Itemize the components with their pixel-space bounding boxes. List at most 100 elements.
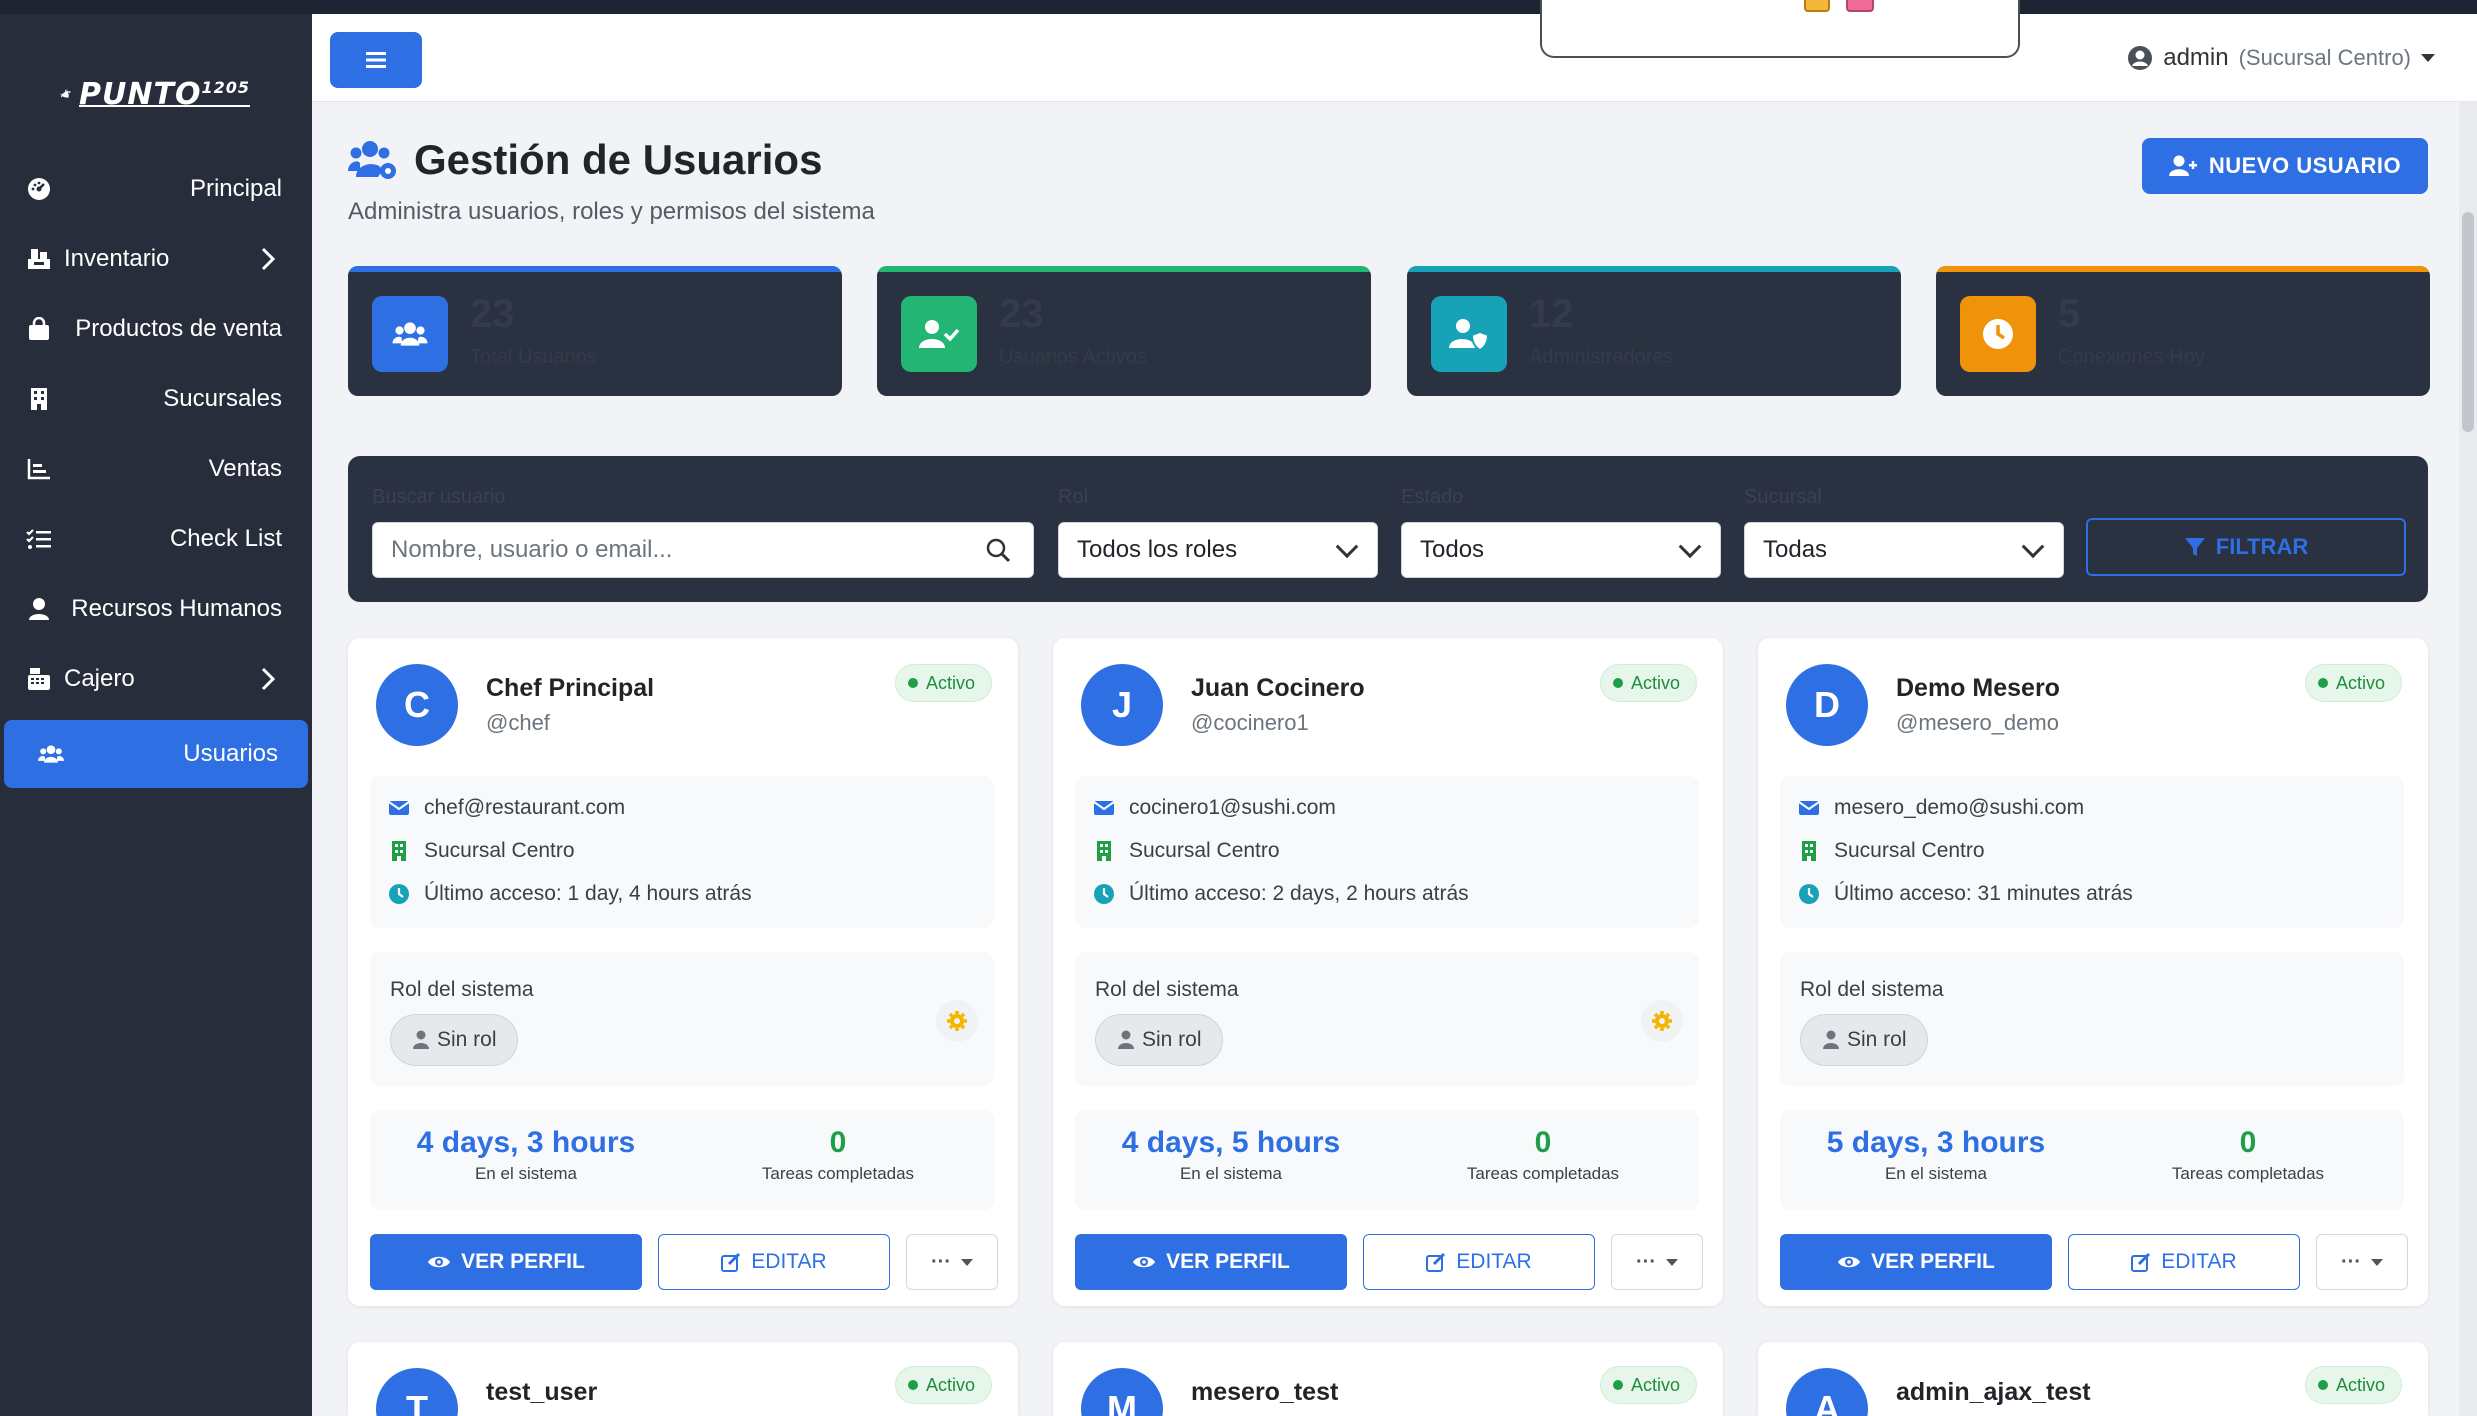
status-badge: Activo — [2304, 664, 2402, 702]
users-icon — [372, 296, 448, 372]
eye-icon — [428, 1256, 451, 1268]
chevron-right-icon — [261, 247, 276, 271]
view-profile-button[interactable]: VER PERFIL — [370, 1234, 642, 1290]
stat-label: Conexiones Hoy — [2058, 346, 2205, 368]
avatar: C — [376, 664, 458, 746]
sidebar-item-inventario[interactable]: Inventario — [0, 224, 312, 294]
more-options-button[interactable]: ··· — [2316, 1234, 2408, 1290]
user-stats-box: 4 days, 3 hours En el sistema 0 Tareas c… — [370, 1110, 994, 1210]
view-profile-button[interactable]: VER PERFIL — [1780, 1234, 2052, 1290]
user-menu[interactable]: admin (Sucursal Centro) — [2127, 44, 2435, 72]
top-window-strip — [0, 0, 2477, 14]
branch-select[interactable]: Todas — [1744, 522, 2064, 578]
page-scrollbar[interactable] — [2459, 102, 2477, 1416]
sidebar-item-principal[interactable]: Principal — [0, 154, 312, 224]
user-info-box: chef@restaurant.com Sucursal Centro Últi… — [370, 776, 994, 928]
stat-value: 5 — [2058, 292, 2081, 336]
scrollbar-thumb[interactable] — [2462, 212, 2474, 432]
sidebar-item-label: Principal — [189, 175, 282, 202]
cash-register-icon — [26, 666, 52, 692]
building-icon — [388, 840, 410, 862]
role-label: Rol del sistema — [1800, 978, 1944, 1001]
page-subtitle: Administra usuarios, roles y permisos de… — [348, 198, 875, 225]
building-icon — [1093, 840, 1115, 862]
sidebar-item-productos-de-venta[interactable]: Productos de venta — [0, 294, 312, 364]
edit-button[interactable]: EDITAR — [658, 1234, 890, 1290]
user-fullname: Chef Principal — [486, 674, 655, 702]
role-select[interactable]: Todos los roles — [1058, 522, 1378, 578]
role-box: Rol del sistema Sin rol — [370, 952, 994, 1086]
filter-button[interactable]: FILTRAR — [2086, 518, 2406, 576]
app-logo[interactable]: PUNTO1205 — [60, 54, 250, 134]
stat-card-total-users: 23 Total Usuarios — [348, 266, 842, 396]
role-settings-button[interactable] — [936, 1000, 978, 1042]
tasks-completed: 0 Tareas completadas — [1466, 1126, 1620, 1183]
menu-toggle-button[interactable] — [330, 32, 422, 88]
stat-card-admins: 12 Administradores — [1407, 266, 1901, 396]
stat-label: Usuarios Activos — [999, 346, 1147, 368]
chevron-right-icon — [261, 667, 276, 691]
sidebar-item-label: Ventas — [208, 455, 282, 482]
user-card: D Demo Mesero @mesero_demo Activo mesero… — [1758, 638, 2428, 1306]
chevron-down-icon — [1335, 535, 1359, 559]
user-username: @mesero_demo — [1896, 710, 2059, 735]
view-profile-button[interactable]: VER PERFIL — [1075, 1234, 1347, 1290]
branch-row: Sucursal Centro — [1093, 839, 1280, 863]
user-card: J Juan Cocinero @cocinero1 Activo cocine… — [1053, 638, 1723, 1306]
user-check-icon — [901, 296, 977, 372]
role-pill: Sin rol — [1095, 1014, 1223, 1066]
role-box: Rol del sistema Sin rol — [1075, 952, 1699, 1086]
sidebar-item-usuarios[interactable]: Usuarios — [4, 720, 308, 788]
user-circle-icon — [2128, 46, 2153, 70]
more-options-button[interactable]: ··· — [1611, 1234, 1703, 1290]
user-plus-icon — [2168, 155, 2197, 176]
sidebar-nav: Principal Inventario Productos de venta … — [0, 154, 312, 788]
clock-icon — [1093, 883, 1115, 905]
more-options-button[interactable]: ··· — [906, 1234, 998, 1290]
status-label: Estado — [1401, 486, 1464, 508]
caret-down-icon — [2370, 1258, 2383, 1266]
stat-label: Total Usuarios — [470, 346, 597, 368]
stat-value: 12 — [1529, 292, 1574, 336]
user-icon — [1823, 1030, 1839, 1049]
search-placeholder: Nombre, usuario o email... — [391, 536, 673, 563]
edit-button[interactable]: EDITAR — [1363, 1234, 1595, 1290]
user-fullname: Juan Cocinero — [1191, 674, 1365, 702]
role-settings-button[interactable] — [1641, 1000, 1683, 1042]
envelope-icon — [1798, 797, 1820, 819]
sidebar-item-cajero[interactable]: Cajero — [0, 644, 312, 714]
status-dot-icon — [907, 678, 918, 688]
status-dot-icon — [1612, 678, 1623, 688]
email-row: chef@restaurant.com — [388, 796, 625, 820]
status-select[interactable]: Todos — [1401, 522, 1721, 578]
top-header: admin (Sucursal Centro) — [312, 0, 2477, 102]
time-in-system: 4 days, 3 hours En el sistema — [416, 1126, 636, 1183]
sidebar-item-ventas[interactable]: Ventas — [0, 434, 312, 504]
avatar: D — [1786, 664, 1868, 746]
email-row: cocinero1@sushi.com — [1093, 796, 1336, 820]
role-pill: Sin rol — [390, 1014, 518, 1066]
stat-accent-bar — [1407, 266, 1901, 272]
stat-accent-bar — [348, 266, 842, 272]
status-dot-icon — [907, 1380, 918, 1390]
gear-icon — [947, 1011, 967, 1031]
funnel-icon — [2184, 538, 2205, 556]
user-card: M mesero_test Activo — [1053, 1342, 1723, 1416]
edit-button[interactable]: EDITAR — [2068, 1234, 2300, 1290]
sidebar-item-sucursales[interactable]: Sucursales — [0, 364, 312, 434]
building-icon — [1798, 840, 1820, 862]
sidebar-item-recursos-humanos[interactable]: Recursos Humanos — [0, 574, 312, 644]
status-dot-icon — [2317, 678, 2328, 688]
hamburger-icon — [366, 52, 386, 68]
sidebar-item-check-list[interactable]: Check List — [0, 504, 312, 574]
search-input[interactable]: Nombre, usuario o email... — [372, 522, 1034, 578]
avatar: M — [1081, 1368, 1163, 1416]
user-username: @chef — [486, 710, 550, 735]
yellow-indicator — [1804, 0, 1830, 12]
branch-select-value: Todas — [1763, 536, 1828, 563]
filter-button-label: FILTRAR — [2215, 534, 2309, 559]
stat-label: Administradores — [1529, 346, 1674, 368]
status-dot-icon — [2317, 1380, 2328, 1390]
sidebar-item-label: Cajero — [64, 665, 135, 692]
new-user-button[interactable]: NUEVO USUARIO — [2142, 138, 2428, 194]
